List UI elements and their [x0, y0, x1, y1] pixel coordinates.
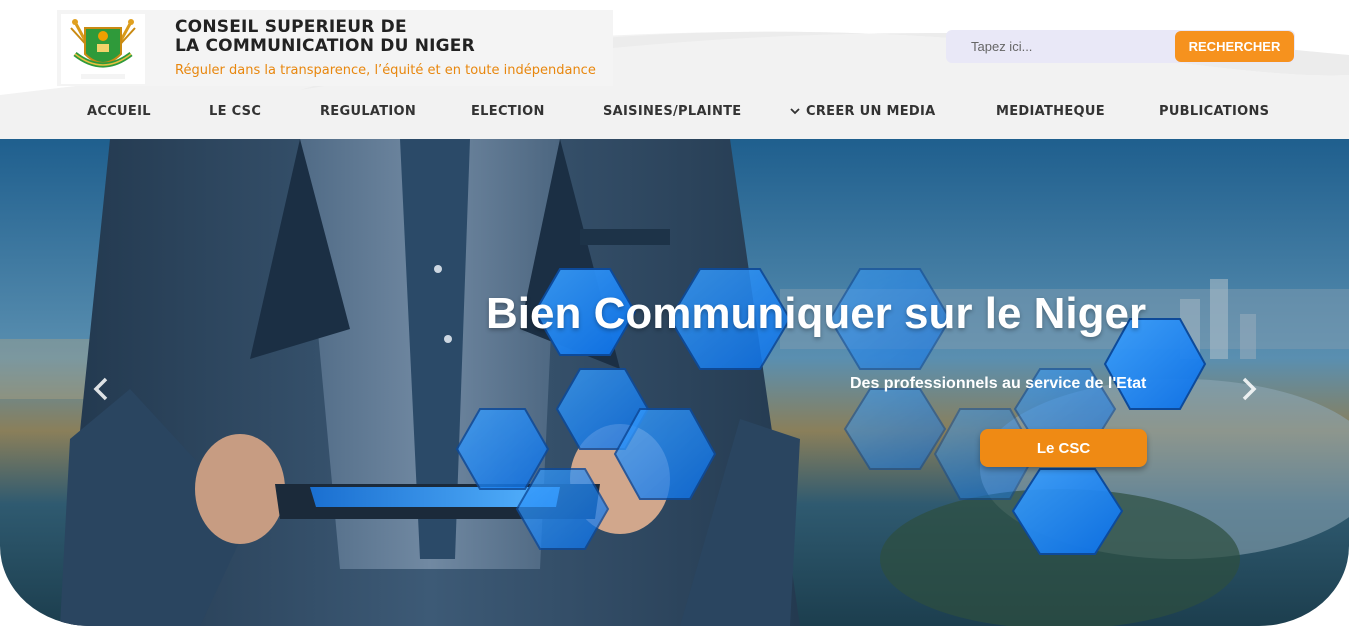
site-tagline: Réguler dans la transparence, l’équité e…	[175, 63, 596, 78]
site-title-line2: LA COMMUNICATION DU NIGER	[175, 36, 475, 56]
brand-block[interactable]: CONSEIL SUPERIEUR DE LA COMMUNICATION DU…	[57, 10, 613, 86]
hero-subtitle: Des professionnels au service de l'Etat	[850, 375, 1147, 392]
niger-coat-of-arms-icon	[61, 14, 145, 84]
main-nav: ACCUEIL LE CSC REGULATION ELECTION SAISI…	[0, 98, 1349, 128]
nav-item-accueil[interactable]: ACCUEIL	[87, 104, 151, 119]
hero-background-image	[0, 139, 1349, 626]
nav-item-mediatheque[interactable]: MEDIATHEQUE	[996, 104, 1105, 119]
site-title-line1: CONSEIL SUPERIEUR DE	[175, 17, 407, 37]
search-bar: RECHERCHER	[946, 30, 1295, 63]
nav-item-creer-un-media[interactable]: CREER UN MEDIA	[790, 104, 936, 119]
site-header: CONSEIL SUPERIEUR DE LA COMMUNICATION DU…	[0, 0, 1349, 140]
nav-item-saisines-plainte[interactable]: SAISINES/PLAINTE	[603, 104, 741, 119]
chevron-down-icon	[790, 108, 800, 115]
nav-item-regulation[interactable]: REGULATION	[320, 104, 416, 119]
search-button[interactable]: RECHERCHER	[1175, 31, 1294, 62]
chevron-right-icon[interactable]	[1236, 375, 1260, 403]
hero-title: Bien Communiquer sur le Niger	[486, 289, 1147, 338]
nav-item-le-csc[interactable]: LE CSC	[209, 104, 261, 119]
hero-slider: Bien Communiquer sur le Niger Des profes…	[0, 139, 1349, 626]
site-title: CONSEIL SUPERIEUR DE LA COMMUNICATION DU…	[175, 18, 475, 56]
le-csc-button[interactable]: Le CSC	[980, 429, 1147, 467]
search-input[interactable]	[946, 30, 1176, 63]
nav-item-publications[interactable]: PUBLICATIONS	[1159, 104, 1269, 119]
nav-item-election[interactable]: ELECTION	[471, 104, 545, 119]
chevron-left-icon[interactable]	[90, 375, 114, 403]
nav-item-creer-un-media-label: CREER UN MEDIA	[806, 104, 936, 119]
